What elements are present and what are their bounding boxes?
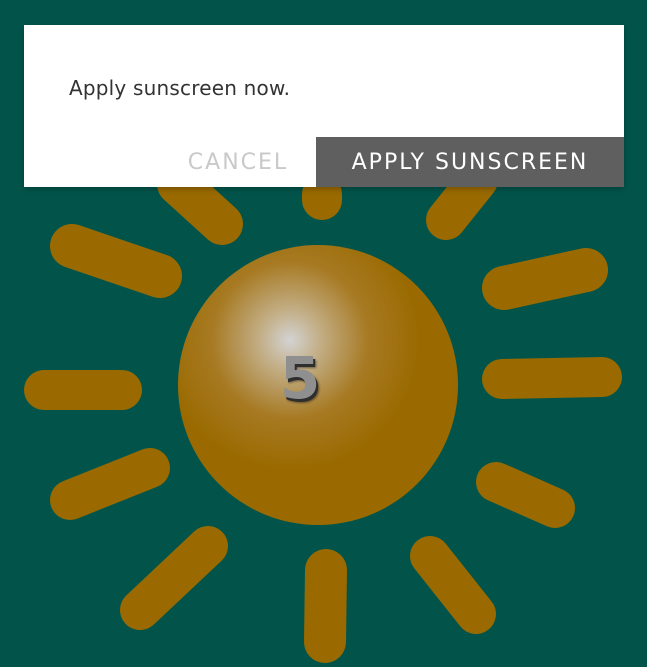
sun-ray <box>120 526 228 630</box>
sun-ray <box>482 357 622 399</box>
cancel-button[interactable]: CANCEL <box>160 137 316 187</box>
apply-sunscreen-button[interactable]: APPLY SUNSCREEN <box>316 137 624 187</box>
sun-ray <box>476 462 575 528</box>
sun-ray <box>50 224 182 298</box>
sun-ray <box>157 163 243 245</box>
sun-ray <box>410 536 496 634</box>
sun-ray <box>50 448 170 520</box>
uv-index-value: 5 <box>279 344 321 412</box>
app-screen: 5 Apply sunscreen now. CANCEL APPLY SUNS… <box>0 0 647 667</box>
dialog-message: Apply sunscreen now. <box>69 76 291 100</box>
sunscreen-dialog: Apply sunscreen now. CANCEL APPLY SUNSCR… <box>24 25 624 187</box>
sun-ray <box>304 549 347 663</box>
sun-ray <box>482 248 608 310</box>
